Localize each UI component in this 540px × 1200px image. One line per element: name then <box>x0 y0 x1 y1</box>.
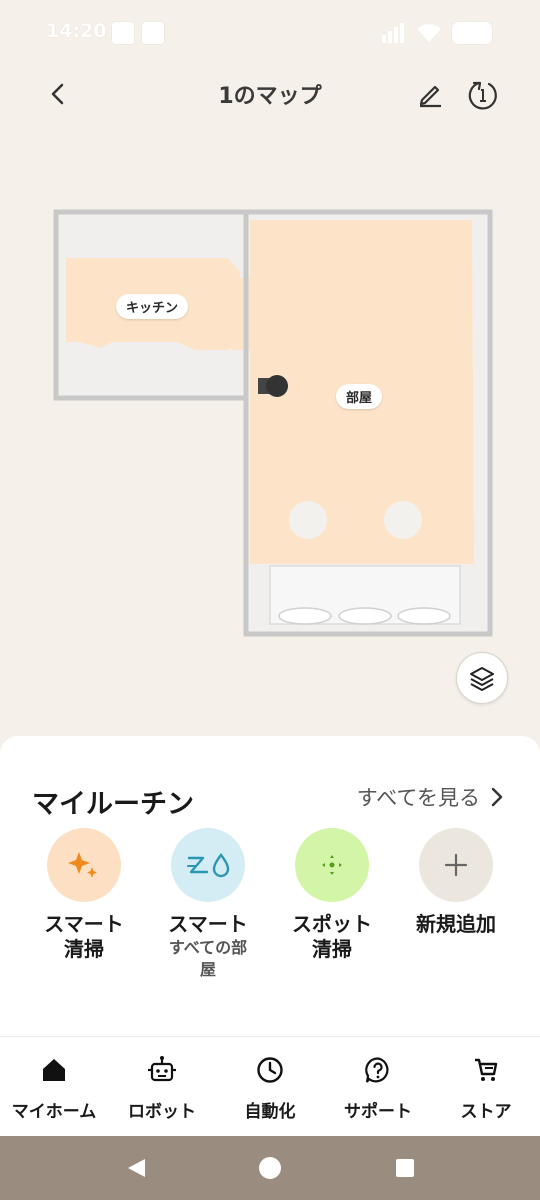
system-back-button[interactable] <box>124 1156 148 1180</box>
routine-add-new[interactable]: 新規追加 <box>396 828 516 937</box>
robot-icon <box>147 1055 177 1085</box>
page-title: 1のマップ <box>218 84 322 109</box>
battery-icon <box>452 22 492 44</box>
spot-icon <box>322 855 342 875</box>
layers-icon <box>470 667 494 691</box>
routines-panel: マイルーチン すべてを見る スマート 清掃 スマート すべての部 屋 スポット … <box>0 736 540 1036</box>
chevron-right-icon <box>491 787 503 807</box>
nav-item-my-home[interactable]: マイホーム <box>0 1055 108 1122</box>
cart-icon <box>471 1055 501 1085</box>
nav-item-automation[interactable]: 自動化 <box>216 1055 324 1122</box>
furniture-cushion <box>397 607 451 625</box>
sparkle-icon <box>68 852 97 878</box>
furniture-cushion <box>338 607 392 625</box>
routine-title: スマート <box>168 912 248 936</box>
nav-label: マイホーム <box>11 1102 97 1122</box>
vacuum-mop-icon <box>187 853 230 878</box>
nav-label: ストア <box>460 1102 512 1122</box>
routine-icon-circle <box>295 828 369 902</box>
top-bar: 1のマップ <box>0 64 540 124</box>
system-recents-button[interactable] <box>393 1156 417 1180</box>
obstacle-left <box>289 501 327 539</box>
status-time: 14:20 <box>46 20 107 42</box>
nav-label: 自動化 <box>244 1102 296 1122</box>
routine-list: スマート 清掃 スマート すべての部 屋 スポット 清掃 新規追加 <box>0 828 540 1008</box>
home-icon <box>39 1055 69 1085</box>
edit-map-button[interactable] <box>410 74 450 114</box>
room-label-room[interactable]: 部屋 <box>336 384 383 409</box>
routine-icon-circle <box>419 828 493 902</box>
plus-icon <box>444 853 468 877</box>
routine-title: スマート 清掃 <box>44 912 124 961</box>
bottom-nav: マイホーム ロボット 自動化 サポート ストア <box>0 1036 540 1136</box>
system-nav-bar <box>0 1136 540 1200</box>
obstacle-right <box>384 501 422 539</box>
routine-icon-circle <box>47 828 121 902</box>
see-all-link[interactable]: すべてを見る <box>357 782 504 812</box>
status-icons <box>380 22 492 44</box>
pencil-icon <box>419 85 441 108</box>
signal-icon <box>382 23 404 43</box>
floor-map[interactable]: キッチン 部屋 <box>0 190 540 650</box>
help-icon <box>363 1055 393 1085</box>
routine-spot-clean[interactable]: スポット 清掃 <box>272 828 392 962</box>
see-all-label: すべてを見る <box>356 786 480 810</box>
routine-smart-clean[interactable]: スマート 清掃 <box>24 828 144 962</box>
wifi-icon <box>417 24 441 42</box>
notification-app-icon <box>112 22 134 44</box>
notification-sigma-icon <box>142 22 164 44</box>
floor-map-drawing <box>53 209 493 637</box>
clock-icon <box>255 1055 285 1085</box>
map-layers-button[interactable] <box>456 652 508 704</box>
square-recents-icon <box>396 1159 414 1177</box>
map-history-button[interactable] <box>462 74 504 116</box>
robot-position-icon <box>266 375 288 397</box>
circle-home-icon <box>259 1157 281 1179</box>
routine-title: スポット 清掃 <box>292 912 372 961</box>
nav-item-robot[interactable]: ロボット <box>108 1055 216 1122</box>
nav-label: サポート <box>344 1102 412 1122</box>
routine-subtitle: すべての部 屋 <box>168 938 248 979</box>
furniture-cushion <box>278 607 332 625</box>
nav-item-store[interactable]: ストア <box>432 1055 540 1122</box>
routine-smart-all-rooms[interactable]: スマート すべての部 屋 <box>148 828 268 981</box>
room-label-kitchen[interactable]: キッチン <box>116 294 189 319</box>
nav-item-support[interactable]: サポート <box>324 1055 432 1122</box>
triangle-back-icon <box>128 1159 145 1177</box>
routine-title: 新規追加 <box>416 912 496 936</box>
routines-title: マイルーチン <box>32 789 194 820</box>
history-icon <box>468 81 497 110</box>
system-home-button[interactable] <box>258 1156 282 1180</box>
status-bar: 14:20 <box>0 0 540 64</box>
routine-icon-circle <box>171 828 245 902</box>
nav-label: ロボット <box>128 1102 196 1122</box>
